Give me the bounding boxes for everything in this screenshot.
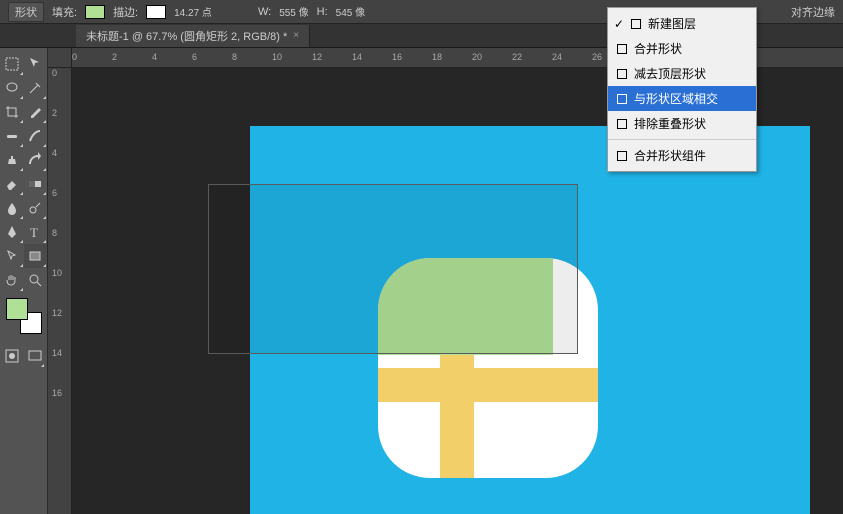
ruler-tick: 20 bbox=[472, 52, 482, 62]
shape-mode-dropdown[interactable]: 形状 bbox=[8, 2, 44, 22]
path-operations-menu: ✓ 新建图层 合并形状 减去顶层形状 与形状区域相交 排除重叠形状 合并形状组件 bbox=[607, 7, 757, 172]
ruler-tick: 16 bbox=[52, 388, 62, 398]
ruler-tick: 8 bbox=[52, 228, 57, 238]
ruler-tick: 24 bbox=[552, 52, 562, 62]
rectangular-marquee-tool[interactable] bbox=[0, 52, 24, 76]
zoom-tool[interactable] bbox=[24, 268, 48, 292]
new-layer-icon bbox=[630, 18, 642, 30]
clone-stamp-tool[interactable] bbox=[0, 148, 24, 172]
crop-tool[interactable] bbox=[0, 100, 24, 124]
magic-wand-tool[interactable] bbox=[24, 76, 48, 100]
exclude-icon bbox=[616, 118, 628, 130]
menu-label: 合并形状 bbox=[634, 40, 682, 57]
ruler-tick: 6 bbox=[52, 188, 57, 198]
ruler-tick: 2 bbox=[52, 108, 57, 118]
ruler-tick: 0 bbox=[72, 52, 77, 62]
document-tab[interactable]: 未标题-1 @ 67.7% (圆角矩形 2, RGB/8) * × bbox=[76, 25, 310, 47]
type-tool[interactable]: T bbox=[24, 220, 48, 244]
foreground-color[interactable] bbox=[6, 298, 28, 320]
blur-tool[interactable] bbox=[0, 196, 24, 220]
menu-label: 新建图层 bbox=[648, 15, 696, 32]
pen-tool[interactable] bbox=[0, 220, 24, 244]
hand-tool[interactable] bbox=[0, 268, 24, 292]
rectangle-tool[interactable] bbox=[24, 244, 48, 268]
history-brush-tool[interactable] bbox=[24, 148, 48, 172]
ruler-origin[interactable] bbox=[48, 48, 72, 68]
ruler-tick: 8 bbox=[232, 52, 237, 62]
menu-item-intersect[interactable]: 与形状区域相交 bbox=[608, 86, 756, 111]
lasso-tool[interactable] bbox=[0, 76, 24, 100]
green-overlay bbox=[378, 258, 553, 355]
menu-label: 减去顶层形状 bbox=[634, 65, 706, 82]
height-value[interactable]: 545 像 bbox=[336, 4, 365, 19]
ruler-tick: 6 bbox=[192, 52, 197, 62]
gradient-tool[interactable] bbox=[24, 172, 48, 196]
color-chips bbox=[0, 292, 47, 340]
ruler-tick: 22 bbox=[512, 52, 522, 62]
menu-item-new-layer[interactable]: ✓ 新建图层 bbox=[608, 11, 756, 36]
stroke-swatch[interactable] bbox=[146, 5, 166, 19]
menu-separator bbox=[608, 139, 756, 140]
spot-heal-tool[interactable] bbox=[0, 124, 24, 148]
ruler-tick: 26 bbox=[592, 52, 602, 62]
fill-label: 填充: bbox=[52, 4, 77, 20]
brush-tool[interactable] bbox=[24, 124, 48, 148]
ruler-tick: 0 bbox=[52, 68, 57, 78]
ruler-tick: 12 bbox=[312, 52, 322, 62]
combine-icon bbox=[616, 43, 628, 55]
intersect-icon bbox=[616, 93, 628, 105]
subtract-icon bbox=[616, 68, 628, 80]
dodge-tool[interactable] bbox=[24, 196, 48, 220]
tab-close-button[interactable]: × bbox=[293, 30, 299, 41]
ruler-tick: 16 bbox=[392, 52, 402, 62]
stroke-size-field[interactable]: 14.27 点 bbox=[174, 4, 212, 19]
ruler-tick: 10 bbox=[272, 52, 282, 62]
horizontal-stripe bbox=[378, 368, 598, 402]
path-select-tool[interactable] bbox=[0, 244, 24, 268]
ruler-tick: 4 bbox=[152, 52, 157, 62]
move-tool[interactable] bbox=[24, 52, 48, 76]
svg-text:T: T bbox=[30, 225, 38, 240]
ruler-tick: 14 bbox=[52, 348, 62, 358]
align-edges-label: 对齐边缘 bbox=[791, 4, 835, 20]
screen-mode-toggle[interactable] bbox=[25, 344, 46, 368]
rounded-rect-shape[interactable] bbox=[378, 258, 598, 478]
document-title: 未标题-1 @ 67.7% (圆角矩形 2, RGB/8) * bbox=[86, 28, 287, 44]
ruler-tick: 10 bbox=[52, 268, 62, 278]
eyedropper-tool[interactable] bbox=[24, 100, 48, 124]
menu-label: 排除重叠形状 bbox=[634, 115, 706, 132]
vertical-ruler[interactable]: 0 2 4 6 8 10 12 14 16 bbox=[48, 68, 72, 514]
ruler-tick: 4 bbox=[52, 148, 57, 158]
menu-item-subtract[interactable]: 减去顶层形状 bbox=[608, 61, 756, 86]
stroke-label: 描边: bbox=[113, 4, 138, 20]
menu-item-merge-components[interactable]: 合并形状组件 bbox=[608, 143, 756, 168]
menu-label: 合并形状组件 bbox=[634, 147, 706, 164]
menu-item-combine[interactable]: 合并形状 bbox=[608, 36, 756, 61]
toolbox: T bbox=[0, 48, 48, 514]
fill-swatch[interactable] bbox=[85, 5, 105, 19]
artboard bbox=[250, 126, 810, 514]
width-label: W: bbox=[258, 6, 271, 18]
merge-icon bbox=[616, 150, 628, 162]
height-label: H: bbox=[317, 6, 328, 18]
menu-label: 与形状区域相交 bbox=[634, 90, 718, 107]
checkmark-icon: ✓ bbox=[614, 17, 624, 31]
eraser-tool[interactable] bbox=[0, 172, 24, 196]
ruler-tick: 12 bbox=[52, 308, 62, 318]
quick-mask-toggle[interactable] bbox=[2, 344, 23, 368]
width-value[interactable]: 555 像 bbox=[279, 4, 308, 19]
menu-item-exclude[interactable]: 排除重叠形状 bbox=[608, 111, 756, 136]
ruler-tick: 2 bbox=[112, 52, 117, 62]
ruler-tick: 18 bbox=[432, 52, 442, 62]
ruler-tick: 14 bbox=[352, 52, 362, 62]
